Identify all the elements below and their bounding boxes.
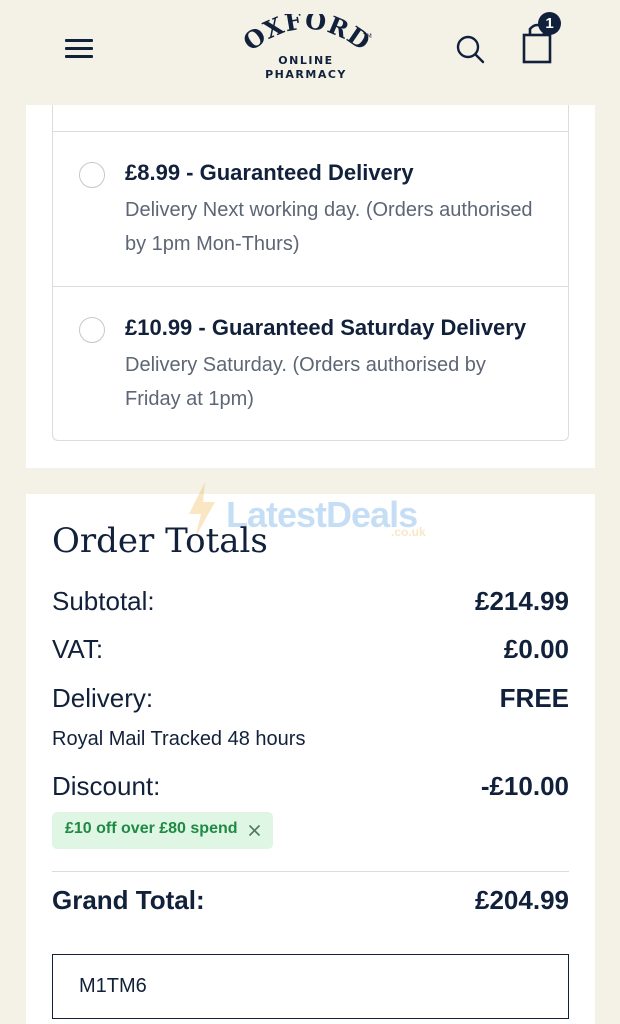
search-button[interactable]	[455, 34, 485, 64]
basket-count-badge: 1	[538, 12, 561, 35]
discount-value: -£10.00	[480, 771, 569, 801]
menu-icon-bar	[65, 47, 93, 50]
delivery-option-saturday[interactable]: £10.99 - Guaranteed Saturday Delivery De…	[53, 287, 568, 441]
vat-row: VAT: £0.00	[52, 634, 569, 668]
promo-code-value: M1TM6	[79, 975, 147, 997]
delivery-value: FREE	[499, 683, 569, 713]
delivery-option-title: £8.99 - Guaranteed Delivery	[125, 160, 414, 185]
delivery-option-description: Delivery Saturday. (Orders authorised by…	[125, 354, 486, 410]
order-totals-card: LatestDeals .co.uk Order Totals Subtotal…	[26, 482, 595, 1024]
logo-line-online: ONLINE	[278, 54, 334, 67]
delivery-option-partial[interactable]	[53, 105, 568, 132]
delivery-method: Royal Mail Tracked 48 hours	[52, 728, 306, 750]
grand-total-label: Grand Total:	[52, 885, 205, 915]
logo-word: OXFORD	[243, 14, 375, 57]
order-totals-title: Order Totals	[52, 521, 268, 561]
radio-unchecked-icon[interactable]	[79, 317, 105, 343]
divider	[52, 871, 569, 872]
radio-unchecked-icon[interactable]	[79, 162, 105, 188]
logo-trademark: TM	[362, 33, 372, 40]
delivery-option-guaranteed[interactable]: £8.99 - Guaranteed Delivery Delivery Nex…	[53, 132, 568, 287]
subtotal-value: £214.99	[475, 586, 569, 616]
delivery-option-title: £10.99 - Guaranteed Saturday Delivery	[125, 315, 527, 340]
oxford-online-pharmacy-logo[interactable]: OXFORD TM ONLINE PHARMACY	[243, 14, 377, 84]
discount-label: Discount:	[52, 771, 161, 801]
delivery-options-card: £8.99 - Guaranteed Delivery Delivery Nex…	[26, 105, 595, 468]
logo-line-pharmacy: PHARMACY	[265, 68, 347, 81]
discount-tag-label: £10 off over £80 spend	[65, 820, 238, 837]
search-icon	[456, 35, 485, 64]
site-header: OXFORD TM ONLINE PHARMACY 1	[0, 0, 620, 105]
grand-total-value: £204.99	[475, 885, 569, 915]
basket-button[interactable]: 1	[518, 12, 564, 66]
subtotal-label: Subtotal:	[52, 586, 155, 616]
vat-value: £0.00	[503, 634, 569, 664]
promo-code-input[interactable]: M1TM6	[52, 954, 569, 1019]
discount-row: Discount: -£10.00	[52, 771, 569, 805]
delivery-options-list: £8.99 - Guaranteed Delivery Delivery Nex…	[52, 105, 569, 441]
svg-text:OXFORD: OXFORD	[243, 14, 376, 57]
close-icon[interactable]	[248, 824, 261, 837]
discount-tag: £10 off over £80 spend	[52, 812, 273, 849]
delivery-row: Delivery: FREE	[52, 683, 569, 717]
delivery-label: Delivery:	[52, 683, 154, 713]
menu-icon-bar	[65, 39, 93, 42]
delivery-option-description: Delivery Next working day. (Orders autho…	[125, 199, 533, 255]
logo-wordmark: OXFORD TM	[243, 14, 376, 57]
watermark-domain: .co.uk	[391, 525, 426, 539]
menu-button[interactable]	[62, 36, 96, 62]
grand-total-row: Grand Total: £204.99	[52, 885, 569, 919]
subtotal-row: Subtotal: £214.99	[52, 586, 569, 620]
vat-label: VAT:	[52, 634, 104, 664]
menu-icon-bar	[65, 55, 93, 58]
